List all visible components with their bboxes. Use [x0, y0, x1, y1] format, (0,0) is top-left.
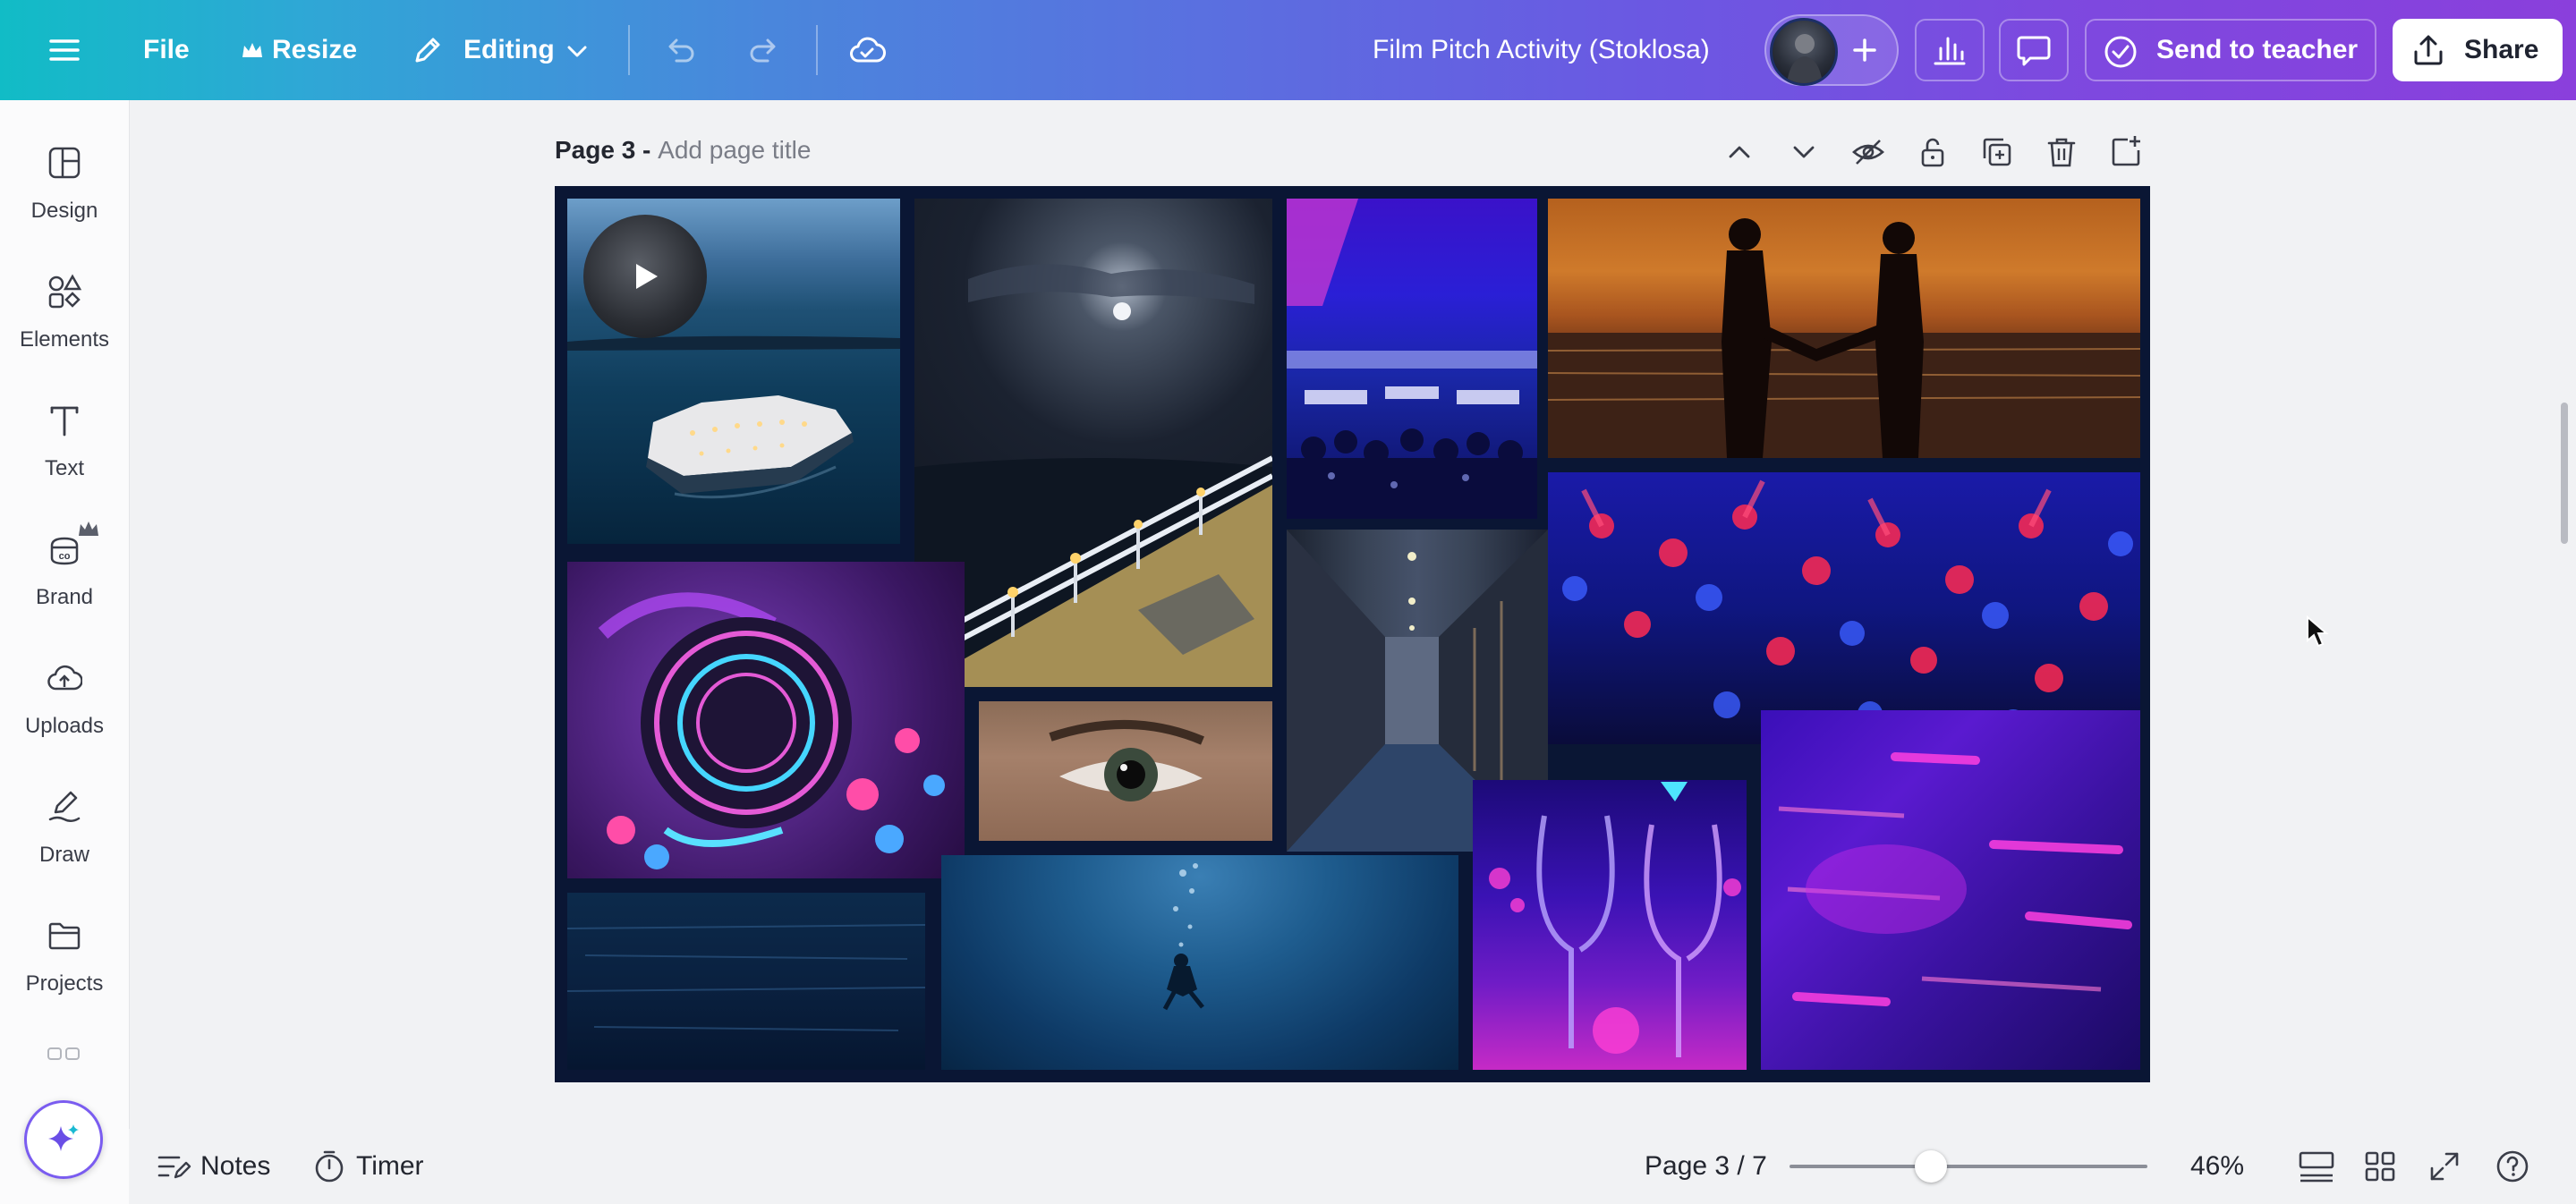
comment-icon	[2017, 36, 2051, 66]
share-label: Share	[2464, 35, 2539, 64]
pencil-icon	[410, 32, 446, 68]
sidebar-item-label: Uploads	[24, 714, 105, 738]
zoom-slider-track[interactable]	[1790, 1165, 2147, 1168]
fullscreen-icon[interactable]	[2427, 1149, 2462, 1184]
top-toolbar: File Resize Editing Film Pitch Activity …	[0, 0, 2576, 100]
help-icon[interactable]	[2495, 1149, 2530, 1184]
chart-button[interactable]	[1915, 19, 1985, 81]
sidebar-item-label: Draw	[38, 843, 89, 867]
vertical-scrollbar[interactable]	[2561, 403, 2568, 544]
sidebar-item-projects[interactable]: Projects	[0, 911, 129, 1027]
bottom-toolbar: Notes Timer Page 3 / 7 46%	[129, 1129, 2576, 1204]
draw-icon	[48, 791, 81, 822]
editing-mode-button[interactable]: Editing	[463, 0, 555, 100]
apps-icon[interactable]	[47, 1047, 82, 1061]
file-menu[interactable]: File	[143, 0, 190, 100]
send-to-teacher-button[interactable]: Send to teacher	[2085, 19, 2376, 81]
sidebar-item-label: Design	[30, 199, 98, 223]
page-title-input[interactable]: Add page title	[658, 136, 811, 164]
grid-view-icon[interactable]	[2298, 1149, 2335, 1184]
add-page-icon[interactable]	[2106, 132, 2146, 172]
elements-icon	[48, 274, 82, 309]
upload-cloud-icon	[47, 665, 82, 691]
side-panel: Design Elements Text co Brand Uploads Dr…	[0, 100, 130, 1204]
resize-button[interactable]: Resize	[272, 0, 357, 100]
design-icon	[48, 147, 81, 179]
underwater-diver-photo[interactable]	[941, 855, 1458, 1070]
mouse-cursor	[2305, 615, 2330, 649]
sidebar-item-draw[interactable]: Draw	[0, 782, 129, 898]
video-thumbnail[interactable]	[583, 215, 707, 338]
dark-ocean-photo[interactable]	[567, 893, 925, 1070]
send-to-teacher-label: Send to teacher	[2156, 35, 2359, 64]
lock-icon[interactable]	[1913, 132, 1952, 172]
page-number-label: Page 3 -	[555, 136, 651, 164]
undo-icon[interactable]	[662, 32, 698, 68]
timer-icon	[311, 1149, 347, 1184]
chevron-up-icon[interactable]	[1720, 132, 1759, 172]
thumbnails-icon[interactable]	[2362, 1149, 2398, 1184]
eye-closeup-photo[interactable]	[979, 701, 1272, 841]
neon-motion-photo[interactable]	[1761, 710, 2140, 1070]
sidebar-item-label: Text	[44, 456, 84, 480]
plus-icon[interactable]	[1849, 34, 1881, 66]
sidebar-item-brand[interactable]: co Brand	[0, 521, 129, 640]
hamburger-icon[interactable]	[47, 32, 82, 68]
notes-icon	[156, 1149, 191, 1184]
magic-button[interactable]	[24, 1100, 103, 1179]
sunset-couple-photo[interactable]	[1548, 199, 2140, 458]
share-button[interactable]: Share	[2393, 19, 2563, 81]
crown-icon	[79, 521, 98, 536]
toolbar-divider	[628, 25, 630, 75]
sidebar-item-elements[interactable]: Elements	[0, 267, 129, 383]
trash-icon[interactable]	[2042, 132, 2081, 172]
sidebar-item-label: Brand	[35, 585, 94, 609]
moonlit-deck-photo[interactable]	[914, 199, 1272, 687]
sidebar-item-design[interactable]: Design	[0, 138, 129, 254]
chevron-down-icon[interactable]	[564, 38, 591, 64]
document-title[interactable]: Film Pitch Activity (Stoklosa)	[1373, 0, 1710, 100]
play-icon	[636, 264, 658, 289]
timer-button[interactable]: Timer	[356, 1129, 424, 1204]
page-canvas[interactable]	[555, 186, 2150, 1082]
sparkle-icon	[48, 1124, 79, 1151]
cruise-ship-photo[interactable]	[567, 199, 900, 544]
sidebar-item-label: Projects	[25, 971, 104, 996]
toolbar-divider	[816, 25, 818, 75]
champagne-glasses-photo[interactable]	[1473, 780, 1747, 1070]
comment-button[interactable]	[1999, 19, 2069, 81]
dance-crowd-photo[interactable]	[1548, 472, 2140, 744]
deck-party-photo[interactable]	[1287, 199, 1537, 519]
notes-button[interactable]: Notes	[200, 1129, 270, 1204]
silent-disco-headphones-photo[interactable]	[567, 562, 965, 878]
hide-icon[interactable]	[1849, 132, 1888, 172]
share-upload-icon	[2414, 35, 2443, 65]
cloud-saved-icon[interactable]	[848, 32, 886, 68]
svg-text:co: co	[59, 551, 71, 562]
avatar[interactable]	[1770, 18, 1838, 86]
crown-icon	[240, 38, 265, 63]
page-indicator[interactable]: Page 3 / 7	[1645, 1129, 1767, 1204]
chart-icon	[1934, 37, 1966, 65]
sidebar-item-label: Elements	[19, 327, 110, 352]
check-circle-icon	[2104, 36, 2137, 68]
sidebar-item-text[interactable]: Text	[0, 395, 129, 512]
duplicate-icon[interactable]	[1977, 132, 2017, 172]
page-title[interactable]: Page 3 - Add page title	[555, 136, 811, 165]
redo-icon[interactable]	[746, 32, 782, 68]
zoom-slider-handle[interactable]	[1915, 1150, 1947, 1183]
zoom-level[interactable]: 46%	[2190, 1129, 2244, 1204]
folder-icon	[48, 922, 81, 950]
sidebar-item-uploads[interactable]: Uploads	[0, 653, 129, 769]
text-icon	[50, 406, 79, 437]
chevron-down-icon[interactable]	[1784, 132, 1824, 172]
